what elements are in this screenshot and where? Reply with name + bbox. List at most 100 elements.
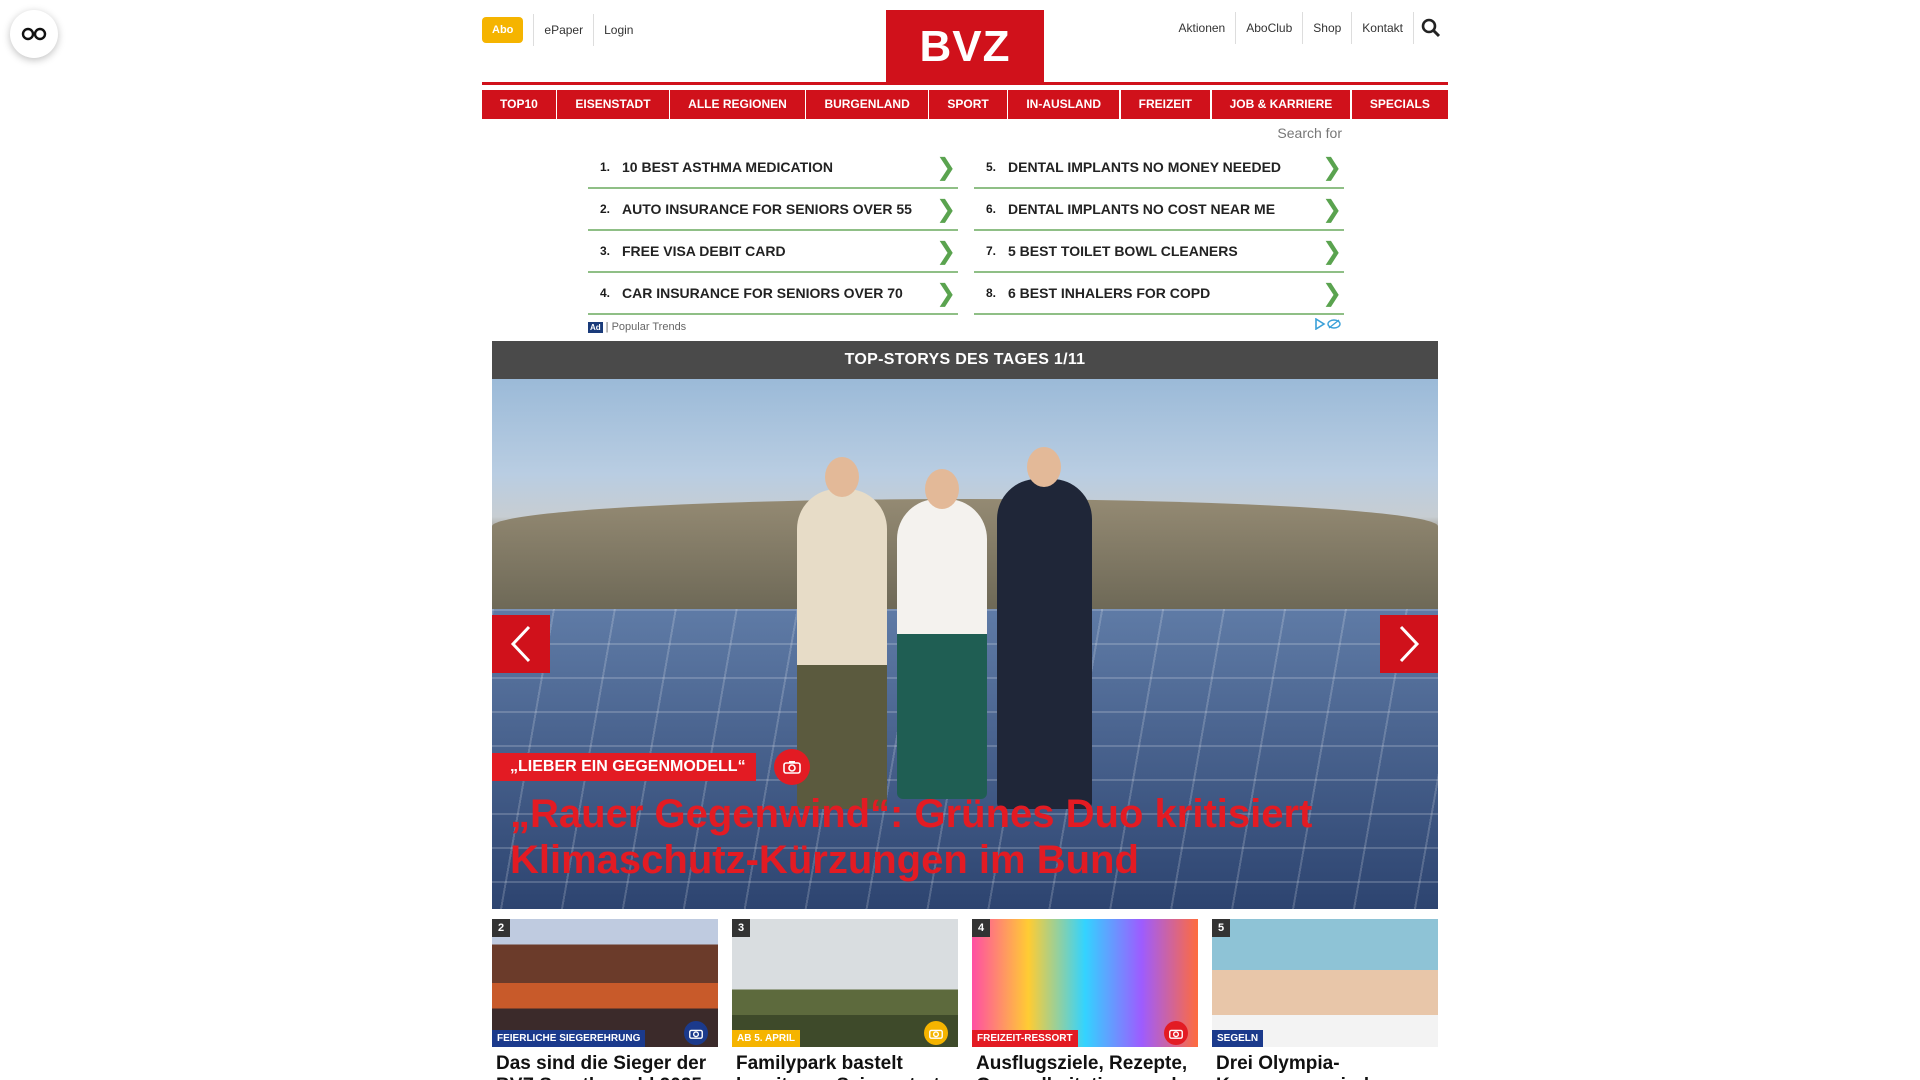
aktionen-link[interactable]: Aktionen	[1169, 12, 1237, 44]
search-icon	[1421, 18, 1441, 38]
nav-item-job-karriere[interactable]: JOB & KARRIERE	[1211, 90, 1351, 119]
hero-image-person	[997, 479, 1092, 809]
nav-item-sport[interactable]: SPORT	[929, 90, 1007, 119]
story-card-title: Ausflugsziele, Rezepte, Gesundheitstipps…	[976, 1053, 1188, 1080]
story-card-image: 5 SEGELN	[1212, 919, 1438, 1047]
ad-link-number: 1.	[599, 160, 610, 174]
hero-story[interactable]: „LIEBER EIN GEGENMODELL“ „Rauer Gegenwin…	[492, 379, 1438, 909]
ad-link-number: 8.	[985, 286, 996, 300]
ad-link-text: DENTAL IMPLANTS NO COST NEAR ME	[1008, 201, 1276, 217]
story-card[interactable]: 5 SEGELN Drei Olympia-Kampagnen sind gen…	[1212, 919, 1438, 1080]
ad-link-text: 6 BEST INHALERS FOR COPD	[1008, 285, 1211, 301]
camera-icon	[684, 1021, 708, 1045]
chevron-right-icon	[1399, 625, 1420, 663]
ad-link-number: 4.	[599, 286, 610, 300]
camera-icon	[773, 749, 810, 785]
story-card[interactable]: 4 FREIZEIT-RESSORT Ausflugsziele, Rezept…	[972, 919, 1198, 1080]
ad-link-number: 7.	[985, 244, 996, 258]
ad-link-text: AUTO INSURANCE FOR SENIORS OVER 55	[622, 201, 912, 217]
chevron-right-icon: ❯	[935, 237, 957, 265]
story-card[interactable]: 3 AB 5. APRIL Familypark bastelt bereits…	[732, 919, 958, 1080]
chevron-right-icon: ❯	[935, 153, 957, 181]
epaper-link[interactable]: ePaper	[533, 14, 593, 46]
story-card-image: 3 AB 5. APRIL	[732, 919, 958, 1047]
site-header: Abo ePaper Login BVZ Aktionen AboClub Sh…	[482, 0, 1448, 85]
nav-item-top10[interactable]: TOP10	[482, 90, 556, 119]
ad-link[interactable]: 6. DENTAL IMPLANTS NO COST NEAR ME ❯	[974, 189, 1344, 231]
ad-link-grid: 1. 10 BEST ASTHMA MEDICATION ❯ 5. DENTAL IM…	[588, 147, 1344, 315]
ad-link[interactable]: 5. DENTAL IMPLANTS NO MONEY NEEDED ❯	[974, 147, 1344, 189]
header-left-links: Abo ePaper Login	[482, 14, 643, 46]
ad-link[interactable]: 2. AUTO INSURANCE FOR SENIORS OVER 55 ❯	[588, 189, 958, 231]
nav-item-in-ausland[interactable]: IN-AUSLAND	[1008, 90, 1120, 119]
nav-item-eisenstadt[interactable]: EISENSTADT	[557, 90, 669, 119]
slider-next-button[interactable]	[1380, 615, 1438, 673]
header-divider	[482, 82, 1448, 85]
ad-link[interactable]: 1. 10 BEST ASTHMA MEDICATION ❯	[588, 147, 958, 189]
chevron-right-icon: ❯	[1321, 279, 1343, 307]
nav-item-specials[interactable]: SPECIALS	[1351, 90, 1448, 119]
chevron-right-icon: ❯	[1321, 153, 1343, 181]
ad-link-number: 5.	[985, 160, 996, 174]
aboclub-link[interactable]: AboClub	[1236, 12, 1304, 44]
site-logo[interactable]: BVZ	[886, 10, 1044, 84]
top-stories-heading: TOP-STORYS DES TAGES 1/11	[492, 341, 1438, 379]
ad-link[interactable]: 8. 6 BEST INHALERS FOR COPD ❯	[974, 273, 1344, 315]
page-wrapper: Abo ePaper Login BVZ Aktionen AboClub Sh…	[482, 0, 1448, 1080]
story-card-title: Das sind die Sieger der BVZ Sportlerwahl…	[496, 1053, 707, 1080]
story-card-image: 4 FREIZEIT-RESSORT	[972, 919, 1198, 1047]
ad-link-number: 6.	[985, 202, 996, 216]
story-card-tag: AB 5. APRIL	[732, 1030, 800, 1047]
story-cards: 2 FEIERLICHE SIEGEREHRUNG Das sind die S…	[492, 919, 1438, 1080]
nav-item-burgenland[interactable]: BURGENLAND	[806, 90, 928, 119]
ad-link-text: 5 BEST TOILET BOWL CLEANERS	[1008, 243, 1238, 259]
story-card-tag: FEIERLICHE SIEGEREHRUNG	[492, 1030, 646, 1047]
ad-search-for-label: Search for	[1277, 125, 1342, 141]
hero-image-person	[897, 499, 987, 799]
ad-link-text: DENTAL IMPLANTS NO MONEY NEEDED	[1008, 159, 1282, 175]
header-right-links: Aktionen AboClub Shop Kontakt	[1169, 12, 1448, 44]
ad-link-text: FREE VISA DEBIT CARD	[622, 243, 786, 259]
chevron-left-icon	[510, 625, 531, 663]
ad-link-number: 3.	[599, 244, 610, 258]
main-nav: TOP10 EISENSTADT ALLE REGIONEN BURGENLAN…	[482, 90, 1448, 119]
abo-button[interactable]: Abo	[482, 17, 524, 43]
chevron-right-icon: ❯	[935, 195, 957, 223]
ad-choices-icon[interactable]	[1314, 317, 1342, 335]
story-card-number: 3	[732, 919, 750, 937]
ad-link-text: CAR INSURANCE FOR SENIORS OVER 70	[622, 285, 903, 301]
shop-link[interactable]: Shop	[1303, 12, 1353, 44]
slider-prev-button[interactable]	[492, 615, 550, 673]
hero-kicker: „LIEBER EIN GEGENMODELL“	[492, 753, 756, 781]
chevron-right-icon: ❯	[935, 279, 957, 307]
nav-item-alle-regionen[interactable]: ALLE REGIONEN	[670, 90, 805, 119]
hero-image-head	[925, 469, 959, 509]
ad-footer: Ad | Popular Trends	[588, 317, 1342, 335]
chevron-right-icon: ❯	[1321, 237, 1343, 265]
top-stories: TOP-STORYS DES TAGES 1/11 „LIEBER EIN GE…	[492, 341, 1438, 1080]
login-link[interactable]: Login	[593, 14, 643, 46]
ad-badge: Ad	[588, 322, 603, 333]
reader-mode-button[interactable]	[10, 10, 58, 58]
search-button[interactable]	[1414, 12, 1448, 44]
kontakt-link[interactable]: Kontakt	[1352, 12, 1414, 44]
story-card[interactable]: 2 FEIERLICHE SIEGEREHRUNG Das sind die S…	[492, 919, 718, 1080]
story-card-tag: SEGELN	[1212, 1030, 1264, 1047]
story-card-title: Drei Olympia-Kampagnen sind genug:	[1216, 1053, 1369, 1080]
ad-link[interactable]: 4. CAR INSURANCE FOR SENIORS OVER 70 ❯	[588, 273, 958, 315]
ad-link-text: 10 BEST ASTHMA MEDICATION	[622, 159, 834, 175]
story-card-title: Familypark bastelt bereits am Saisonstar…	[736, 1053, 940, 1080]
ad-link-number: 2.	[599, 202, 610, 216]
camera-icon	[1164, 1021, 1188, 1045]
story-card-number: 4	[972, 919, 990, 937]
story-card-tag: FREIZEIT-RESSORT	[972, 1030, 1078, 1047]
ad-link[interactable]: 7. 5 BEST TOILET BOWL CLEANERS ❯	[974, 231, 1344, 273]
hero-image-head	[825, 457, 859, 497]
nav-item-freizeit[interactable]: FREIZEIT	[1120, 90, 1210, 119]
story-card-image: 2 FEIERLICHE SIEGEREHRUNG	[492, 919, 718, 1047]
ad-footer-label: | Popular Trends	[605, 321, 687, 333]
ad-link[interactable]: 3. FREE VISA DEBIT CARD ❯	[588, 231, 958, 273]
camera-icon	[924, 1021, 948, 1045]
hero-kicker-row: „LIEBER EIN GEGENMODELL“	[492, 749, 810, 785]
hero-title[interactable]: „Rauer Gegenwind“: Grünes Duo kritisiert…	[510, 791, 1430, 883]
